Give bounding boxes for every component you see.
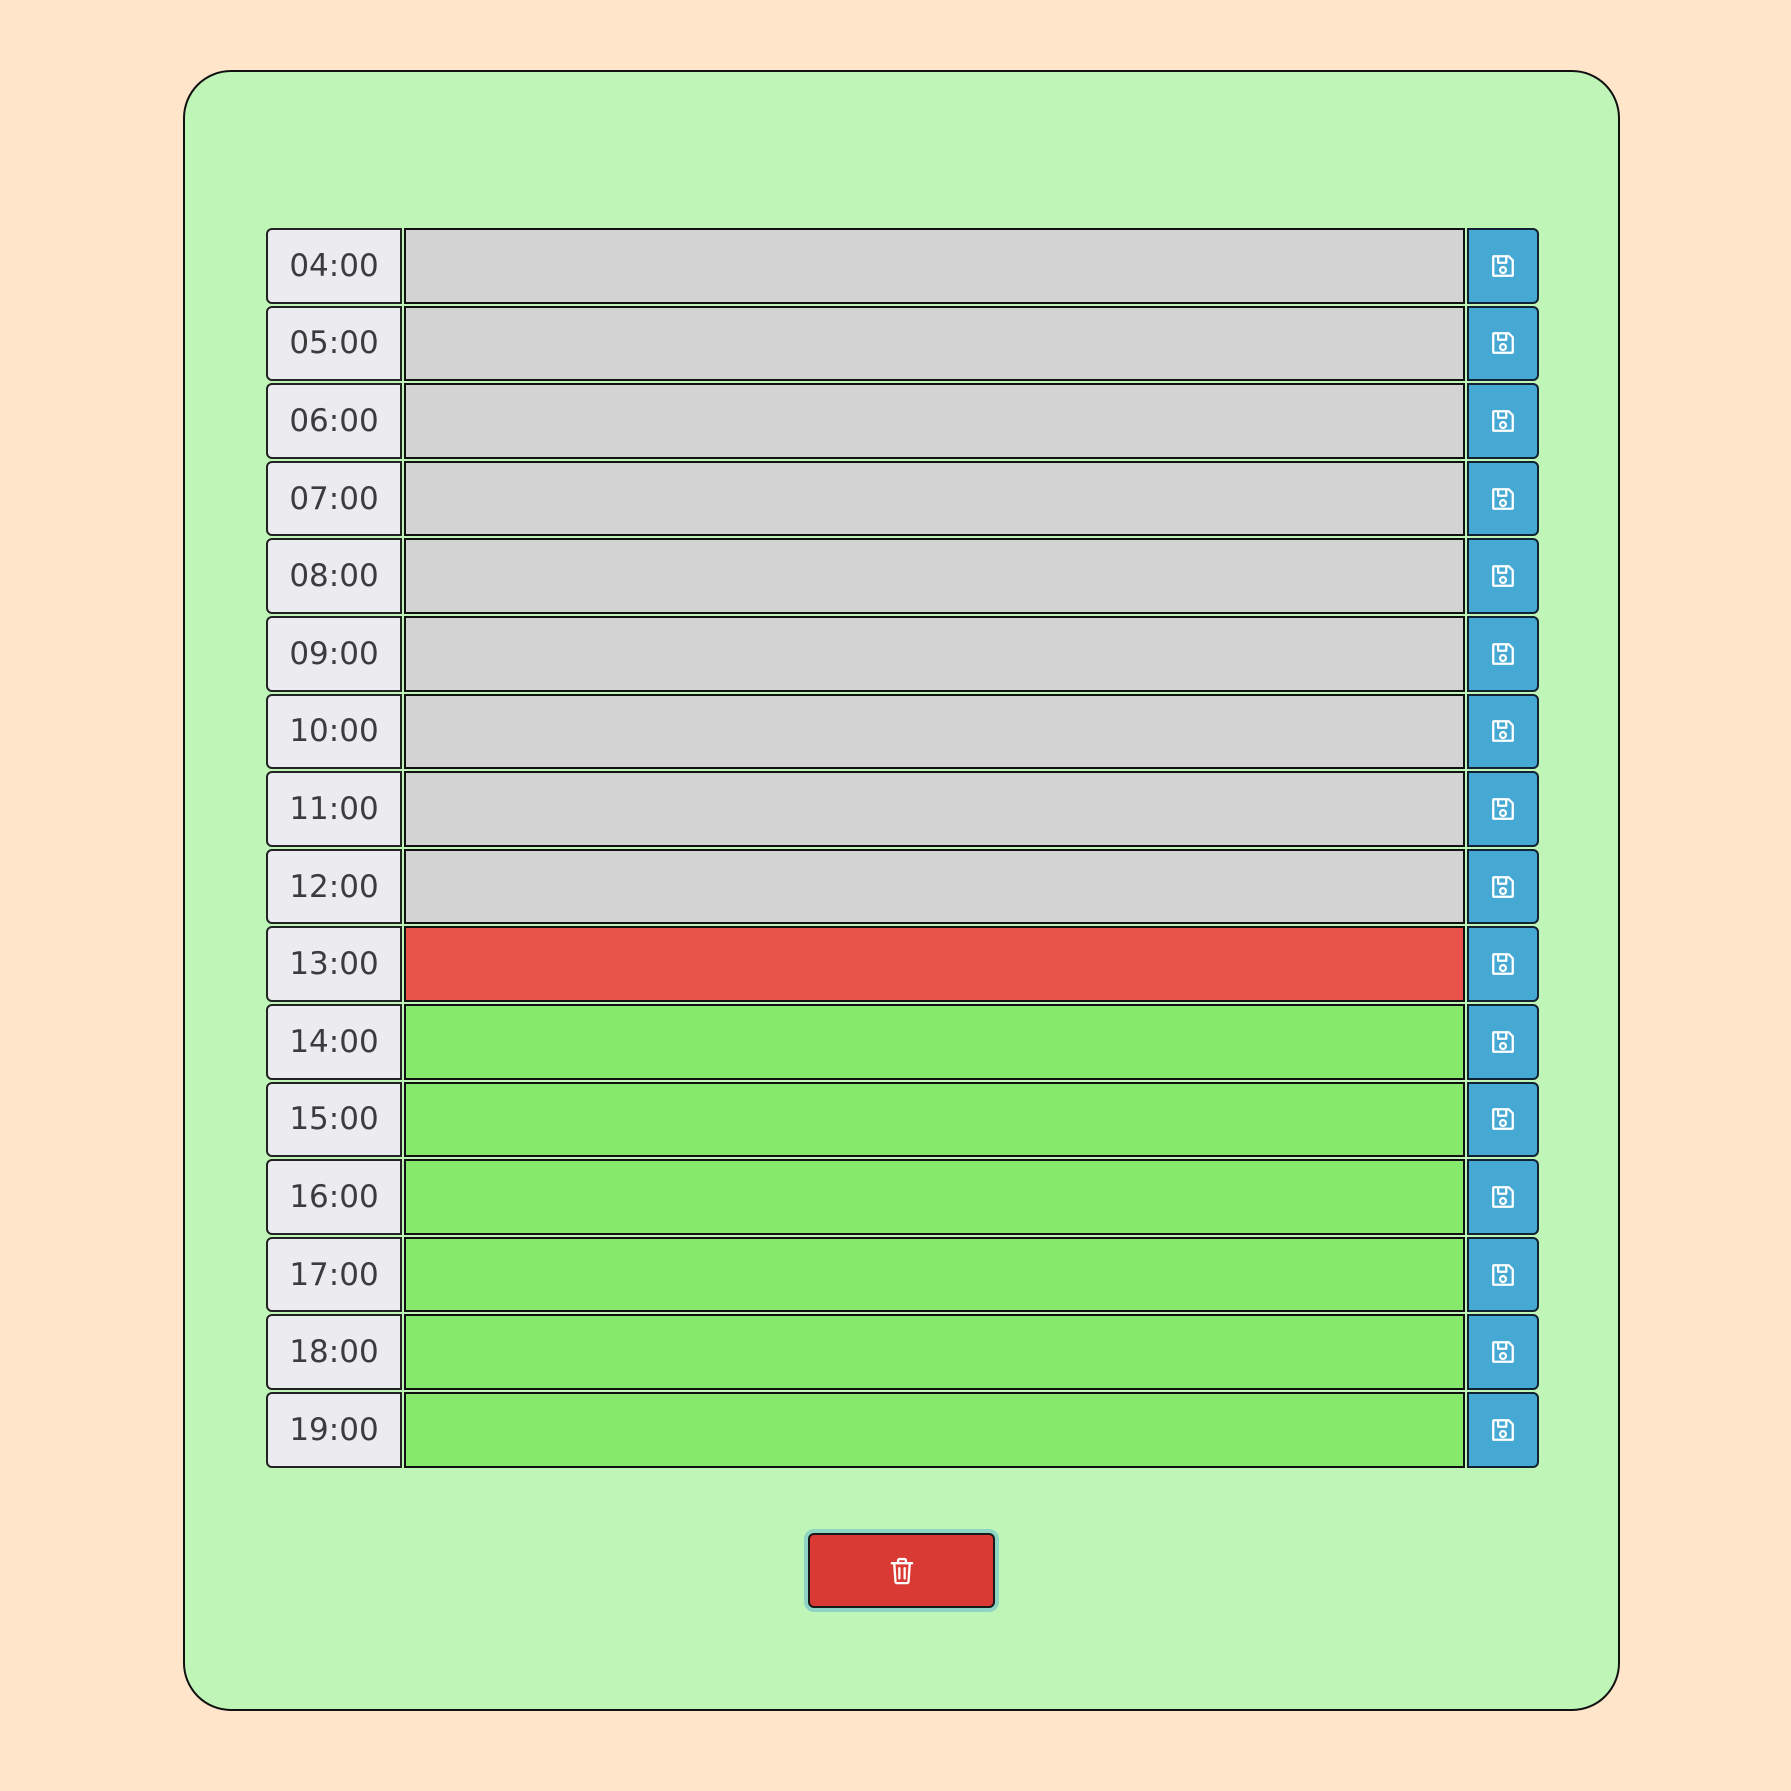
time-block-row: 09:00 <box>266 615 1539 692</box>
time-block-row: 14:00 <box>266 1003 1539 1080</box>
hour-label: 13:00 <box>266 926 402 1002</box>
trash-icon <box>890 1557 913 1584</box>
event-description-input[interactable] <box>404 1003 1465 1080</box>
hour-label: 07:00 <box>266 460 402 537</box>
time-block-row: 11:00 <box>266 771 1539 847</box>
event-description-input[interactable] <box>404 926 1465 1002</box>
save-button[interactable] <box>1467 693 1539 770</box>
time-block-row: 04:00 <box>266 228 1539 304</box>
time-block-row: 18:00 <box>266 1314 1539 1390</box>
floppy-disk-icon <box>1492 254 1514 277</box>
event-description-input[interactable] <box>404 1081 1465 1158</box>
time-block-row: 15:00 <box>266 1081 1539 1158</box>
save-button[interactable] <box>1467 538 1539 614</box>
clear-schedule-button[interactable] <box>808 1533 995 1608</box>
event-description-input[interactable] <box>404 305 1465 382</box>
floppy-disk-icon <box>1492 953 1514 976</box>
save-button[interactable] <box>1467 228 1539 304</box>
floppy-disk-icon <box>1492 1030 1514 1053</box>
floppy-disk-icon <box>1492 720 1514 743</box>
hour-label: 04:00 <box>266 228 402 304</box>
save-button[interactable] <box>1467 460 1539 537</box>
hour-label: 10:00 <box>266 693 402 770</box>
floppy-disk-icon <box>1492 1263 1514 1286</box>
time-block-row: 08:00 <box>266 538 1539 614</box>
event-description-input[interactable] <box>404 1236 1465 1313</box>
hour-label: 15:00 <box>266 1081 402 1158</box>
hour-label: 11:00 <box>266 771 402 847</box>
time-block-row: 19:00 <box>266 1391 1539 1468</box>
event-description-input[interactable] <box>404 693 1465 770</box>
save-button[interactable] <box>1467 1159 1539 1235</box>
hour-label: 12:00 <box>266 848 402 925</box>
event-description-input[interactable] <box>404 771 1465 847</box>
save-button[interactable] <box>1467 1081 1539 1158</box>
time-block-row: 13:00 <box>266 926 1539 1002</box>
event-description-input[interactable] <box>404 615 1465 692</box>
hour-label: 16:00 <box>266 1159 402 1235</box>
floppy-disk-icon <box>1492 1418 1514 1441</box>
hour-label: 14:00 <box>266 1003 402 1080</box>
floppy-disk-icon <box>1492 1341 1514 1363</box>
save-button[interactable] <box>1467 1236 1539 1313</box>
event-description-input[interactable] <box>404 1391 1465 1468</box>
schedule-rows: 04:00 05:00 06:00 07:00 08:00 09:00 10:00 11:00… <box>266 228 1539 1470</box>
hour-label: 05:00 <box>266 305 402 382</box>
floppy-disk-icon <box>1492 642 1514 665</box>
save-button[interactable] <box>1467 1391 1539 1468</box>
event-description-input[interactable] <box>404 1314 1465 1390</box>
floppy-disk-icon <box>1492 410 1514 432</box>
floppy-disk-icon <box>1492 798 1514 820</box>
hour-label: 17:00 <box>266 1236 402 1313</box>
save-button[interactable] <box>1467 383 1539 459</box>
floppy-disk-icon <box>1492 332 1514 355</box>
floppy-disk-icon <box>1492 875 1514 898</box>
save-button[interactable] <box>1467 926 1539 1002</box>
time-block-row: 12:00 <box>266 848 1539 925</box>
event-description-input[interactable] <box>404 538 1465 614</box>
floppy-disk-icon <box>1492 487 1514 510</box>
time-block-row: 10:00 <box>266 693 1539 770</box>
save-button[interactable] <box>1467 771 1539 847</box>
time-block-row: 16:00 <box>266 1159 1539 1235</box>
time-block-row: 17:00 <box>266 1236 1539 1313</box>
save-button[interactable] <box>1467 305 1539 382</box>
save-button[interactable] <box>1467 1314 1539 1390</box>
time-block-row: 07:00 <box>266 460 1539 537</box>
floppy-disk-icon <box>1492 565 1514 588</box>
floppy-disk-icon <box>1492 1186 1514 1208</box>
event-description-input[interactable] <box>404 848 1465 925</box>
event-description-input[interactable] <box>404 383 1465 459</box>
event-description-input[interactable] <box>404 1159 1465 1235</box>
event-description-input[interactable] <box>404 228 1465 304</box>
hour-label: 19:00 <box>266 1391 402 1468</box>
hour-label: 08:00 <box>266 538 402 614</box>
time-block-row: 05:00 <box>266 305 1539 382</box>
hour-label: 06:00 <box>266 383 402 459</box>
floppy-disk-icon <box>1492 1108 1514 1131</box>
hour-label: 18:00 <box>266 1314 402 1390</box>
hour-label: 09:00 <box>266 615 402 692</box>
save-button[interactable] <box>1467 848 1539 925</box>
event-description-input[interactable] <box>404 460 1465 537</box>
save-button[interactable] <box>1467 615 1539 692</box>
time-block-row: 06:00 <box>266 383 1539 459</box>
save-button[interactable] <box>1467 1003 1539 1080</box>
